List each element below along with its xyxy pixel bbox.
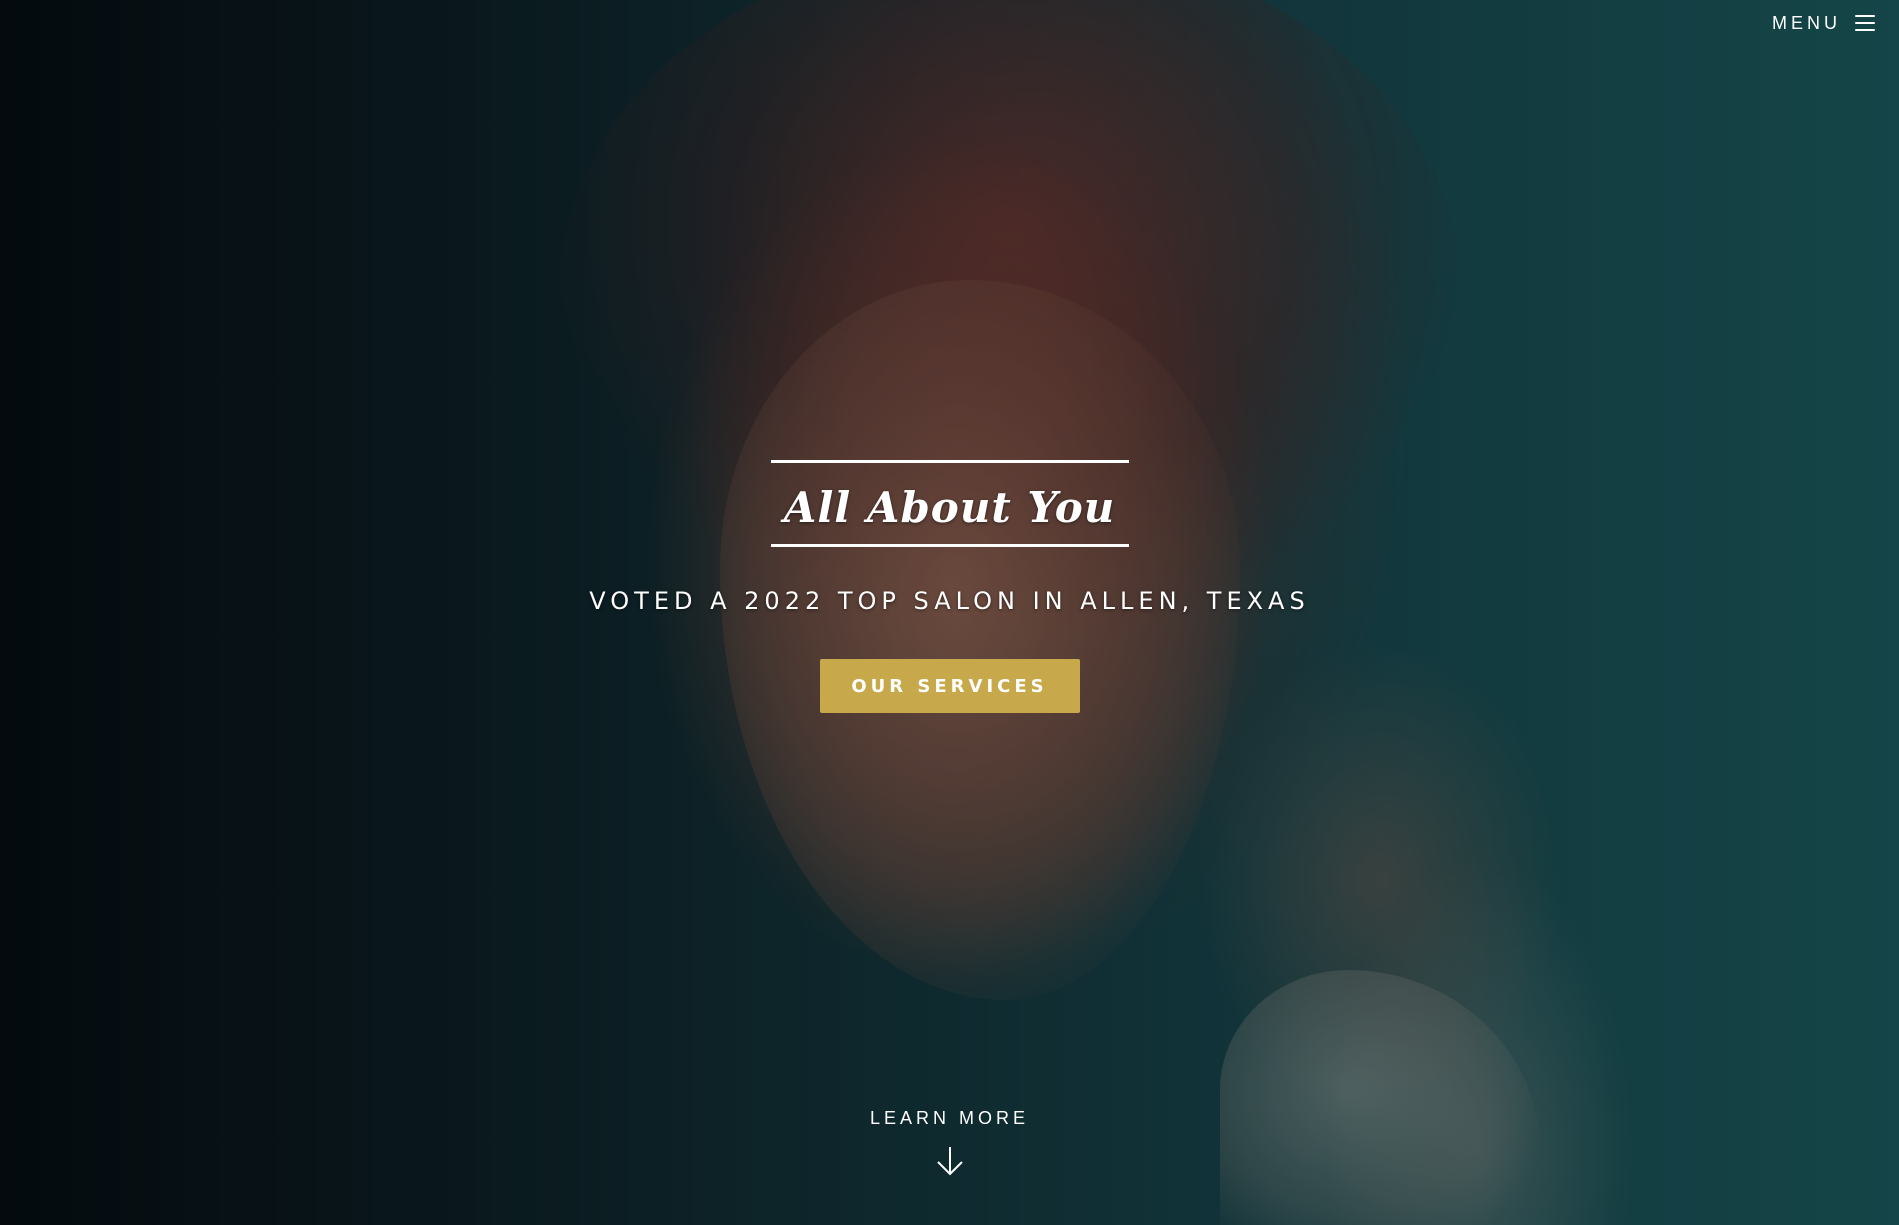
arrow-down-icon[interactable] [935,1145,965,1177]
hero-section: MENU All About You VOTED A 2022 TOP SALO… [0,0,1899,1225]
top-bar: MENU [1772,0,1899,46]
menu-label[interactable]: MENU [1772,13,1841,34]
learn-more: LEARN MORE [0,1108,1899,1177]
background-photo-sleeve [1220,970,1540,1225]
hamburger-icon[interactable] [1855,15,1875,31]
hero-subtitle: VOTED A 2022 TOP SALON IN ALLEN, TEXAS [589,587,1310,615]
hero-title: All About You [783,483,1116,532]
learn-more-link[interactable]: LEARN MORE [870,1108,1029,1129]
our-services-button[interactable]: OUR SERVICES [819,659,1080,713]
title-frame: All About You [770,460,1129,547]
hero-content: All About You VOTED A 2022 TOP SALON IN … [0,460,1899,713]
